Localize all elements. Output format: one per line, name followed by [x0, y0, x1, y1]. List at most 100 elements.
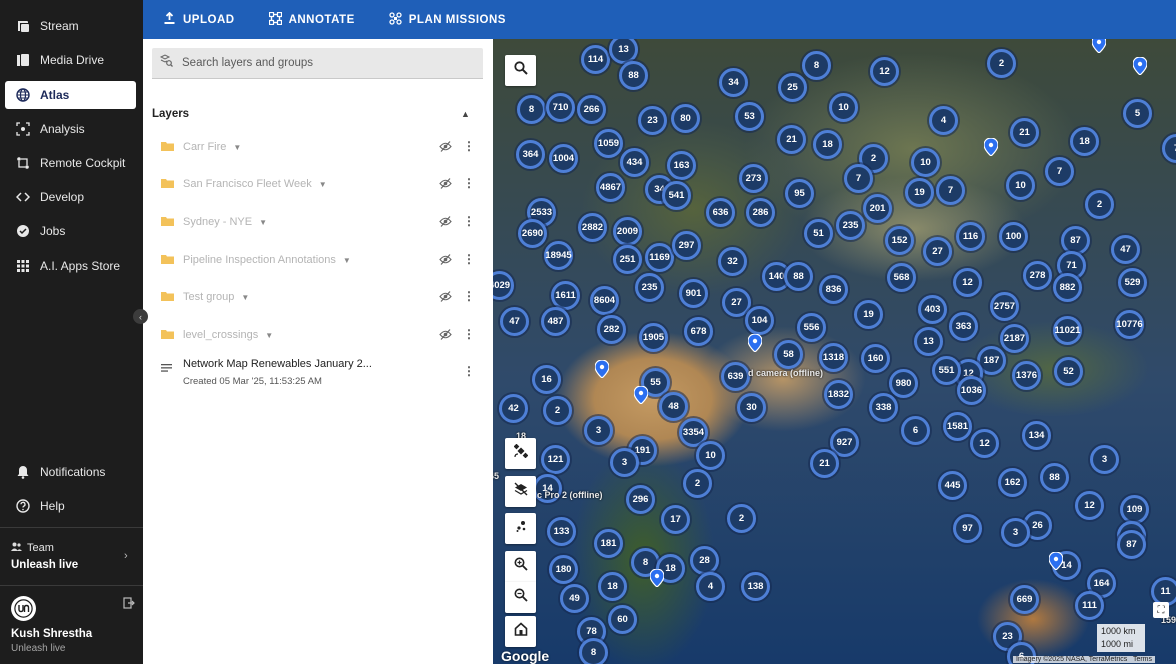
map-cluster-marker[interactable]: 12: [953, 268, 982, 297]
map-cluster-marker[interactable]: 13: [914, 327, 943, 356]
map-pin-icon[interactable]: [1133, 57, 1147, 75]
map-cluster-marker[interactable]: 3: [1090, 445, 1119, 474]
zoom-out-button[interactable]: [505, 582, 536, 613]
map-cluster-marker[interactable]: 1059: [594, 129, 623, 158]
map-cluster-marker[interactable]: 51: [804, 219, 833, 248]
map-cluster-marker[interactable]: 1611: [551, 281, 580, 310]
caret-down-icon[interactable]: ▼: [343, 256, 351, 265]
map-cluster-marker[interactable]: 1376: [1012, 361, 1041, 390]
map-cluster-marker[interactable]: 529: [1118, 268, 1147, 297]
map-cluster-marker[interactable]: 568: [887, 263, 916, 292]
map-cluster-marker[interactable]: 116: [956, 222, 985, 251]
map-cluster-marker[interactable]: 88: [1040, 463, 1069, 492]
chevron-right-icon[interactable]: ›: [124, 550, 128, 562]
map-cluster-marker[interactable]: 162: [998, 468, 1027, 497]
sidebar-item-develop[interactable]: Develop: [5, 183, 136, 211]
map-cluster-marker[interactable]: 980: [889, 369, 918, 398]
map-cluster-marker[interactable]: 60: [608, 605, 637, 634]
map-cluster-marker[interactable]: 235: [635, 273, 664, 302]
map-cluster-marker[interactable]: 3: [1001, 518, 1030, 547]
map-cluster-marker[interactable]: 1036: [957, 376, 986, 405]
map-cluster-marker[interactable]: 104: [745, 306, 774, 335]
map-cluster-marker[interactable]: 296: [626, 485, 655, 514]
map-cluster-marker[interactable]: 12: [870, 57, 899, 86]
sidebar-item-help[interactable]: Help: [5, 492, 136, 520]
map-cluster-marker[interactable]: 445: [938, 471, 967, 500]
map-cluster-marker[interactable]: 10: [829, 93, 858, 122]
map-cluster-marker[interactable]: 134: [1022, 421, 1051, 450]
map-cluster-marker[interactable]: 88: [784, 262, 813, 291]
map-cluster-marker[interactable]: 364: [516, 140, 545, 169]
map-cluster-marker[interactable]: 97: [953, 514, 982, 543]
map-cluster-marker[interactable]: 278: [1023, 261, 1052, 290]
map-cluster-marker[interactable]: 487: [541, 307, 570, 336]
map-cluster-marker[interactable]: 114: [581, 45, 610, 74]
map-cluster-marker[interactable]: 180: [549, 555, 578, 584]
map-pin-icon[interactable]: [984, 138, 998, 156]
visibility-off-icon[interactable]: [439, 253, 452, 266]
map-cluster-marker[interactable]: 6: [901, 416, 930, 445]
sidebar-item-notifications[interactable]: Notifications: [5, 458, 136, 486]
map-cluster-marker[interactable]: 53: [735, 102, 764, 131]
map-cluster-marker[interactable]: 669: [1010, 585, 1039, 614]
more-options-icon[interactable]: ⋮: [463, 252, 475, 266]
map-cluster-marker[interactable]: 2187: [1000, 324, 1029, 353]
map-cluster-marker[interactable]: 2009: [613, 217, 642, 246]
map-cluster-marker[interactable]: 541: [662, 181, 691, 210]
map-cluster-marker[interactable]: 251: [613, 245, 642, 274]
map-cluster-marker[interactable]: 25: [778, 73, 807, 102]
map-cluster-marker[interactable]: 80: [671, 104, 700, 133]
map-cluster-marker[interactable]: 21: [1010, 118, 1039, 147]
map-cluster-marker[interactable]: 1318: [819, 343, 848, 372]
more-options-icon[interactable]: ⋮: [463, 289, 475, 303]
layer-group-row[interactable]: Pipeline Inspection Annotations ▼ ⋮: [143, 243, 493, 279]
more-options-icon[interactable]: ⋮: [463, 139, 475, 153]
map-cluster-marker[interactable]: 21: [810, 449, 839, 478]
map-search-button[interactable]: [505, 55, 536, 86]
map-cluster-marker[interactable]: 109: [1120, 495, 1149, 524]
map-cluster-marker[interactable]: 27: [923, 237, 952, 266]
collapse-sidebar-button[interactable]: ‹: [133, 309, 148, 324]
map-cluster-marker[interactable]: 2: [543, 396, 572, 425]
map-cluster-marker[interactable]: 2690: [518, 219, 547, 248]
sidebar-item-a-i-apps-store[interactable]: A.I. Apps Store: [5, 252, 136, 280]
sidebar-item-jobs[interactable]: Jobs: [5, 217, 136, 245]
annotate-button[interactable]: ANNOTATE: [268, 11, 355, 28]
map-cluster-marker[interactable]: 18945: [544, 241, 573, 270]
map-cluster-marker[interactable]: 95: [785, 179, 814, 208]
map-cluster-marker[interactable]: 7: [1045, 157, 1074, 186]
sidebar-item-remote-cockpit[interactable]: Remote Cockpit: [5, 149, 136, 177]
visibility-off-icon[interactable]: [439, 177, 452, 190]
zoom-in-button[interactable]: [505, 551, 536, 582]
layer-group-row[interactable]: San Francisco Fleet Week ▼ ⋮: [143, 167, 493, 203]
layer-group-row[interactable]: Carr Fire ▼ ⋮: [143, 130, 493, 166]
map-cluster-marker[interactable]: 12: [970, 429, 999, 458]
map-cluster-marker[interactable]: 434: [620, 148, 649, 177]
map-cluster-marker[interactable]: 4029: [493, 271, 514, 300]
map-cluster-marker[interactable]: 28: [690, 546, 719, 575]
caret-down-icon[interactable]: ▼: [319, 180, 327, 189]
map-cluster-marker[interactable]: 52: [1054, 357, 1083, 386]
map-cluster-marker[interactable]: 88: [619, 61, 648, 90]
map-cluster-marker[interactable]: 403: [918, 295, 947, 324]
map-cluster-marker[interactable]: 282: [597, 315, 626, 344]
more-options-icon[interactable]: ⋮: [463, 214, 475, 228]
map-cluster-marker[interactable]: 19: [854, 300, 883, 329]
map-cluster-marker[interactable]: 10: [1006, 171, 1035, 200]
map-cluster-marker[interactable]: 160: [861, 344, 890, 373]
map-cluster-marker[interactable]: 1832: [824, 380, 853, 409]
map-cluster-marker[interactable]: 286: [746, 198, 775, 227]
more-options-icon[interactable]: ⋮: [463, 364, 475, 378]
map-cluster-marker[interactable]: 87: [1117, 530, 1146, 559]
layer-group-row[interactable]: Sydney - NYE ▼ ⋮: [143, 205, 493, 241]
caret-down-icon[interactable]: ▼: [259, 218, 267, 227]
map-cluster-marker[interactable]: 363: [949, 312, 978, 341]
map-cluster-marker[interactable]: 7: [1162, 134, 1176, 163]
map-cluster-marker[interactable]: 266: [577, 95, 606, 124]
layer-group-row[interactable]: Test group ▼ ⋮: [143, 280, 493, 316]
map-cluster-marker[interactable]: 163: [667, 151, 696, 180]
map-cluster-marker[interactable]: 2757: [990, 292, 1019, 321]
map-cluster-marker[interactable]: 636: [706, 198, 735, 227]
map-cluster-marker[interactable]: 8604: [590, 286, 619, 315]
map-cluster-marker[interactable]: 551: [932, 356, 961, 385]
